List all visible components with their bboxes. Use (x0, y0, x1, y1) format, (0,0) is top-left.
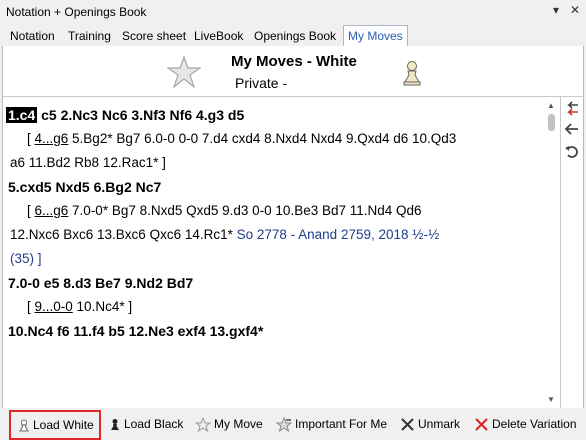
undo-icon[interactable] (564, 143, 580, 162)
page-subtitle: Private - (235, 75, 288, 91)
bracket-open: [ (27, 203, 35, 218)
my-moves-panel: My Moves - White Private - 1.c4 c5 2.Nc3… (2, 46, 584, 409)
page-title: My Moves - White (231, 53, 357, 70)
tab-bar: Notation Training Score sheet LiveBook O… (2, 24, 584, 47)
tab-notation[interactable]: Notation (6, 27, 59, 46)
variation-line-2-cont: 12.Nxc6 Bxc6 13.Bxc6 Qxc6 14.Rc1* So 277… (10, 227, 439, 242)
main-line-4[interactable]: 10.Nc4 f6 11.f4 b5 12.Ne3 exf4 13.gxf4* (8, 323, 263, 339)
tab-livebook[interactable]: LiveBook (190, 27, 247, 46)
main-moves[interactable]: c5 2.Nc3 Nc6 3.Nf3 Nf6 4.g3 d5 (41, 107, 244, 123)
main-line-1: 1.c4 c5 2.Nc3 Nc6 3.Nf3 Nf6 4.g3 d5 (6, 107, 244, 123)
main-line-3[interactable]: 7.0-0 e5 8.d3 Be7 9.Nd2 Bd7 (8, 275, 193, 291)
main-line-2[interactable]: 5.cxd5 Nxd5 6.Bg2 Nc7 (8, 179, 161, 195)
game-reference[interactable]: So 2778 - Anand 2759, 2018 ½-½ (233, 227, 440, 242)
variation-moves[interactable]: 5.Bg2* Bg7 6.0-0 0-0 7.d4 cxd4 8.Nxd4 Nx… (68, 131, 456, 146)
my-move-button[interactable]: My Move (194, 413, 263, 437)
side-toolbar (560, 96, 584, 409)
promote-variation-icon[interactable] (564, 101, 580, 120)
variation-line-1: [ 4...g6 5.Bg2* Bg7 6.0-0 0-0 7.d4 cxd4 … (27, 131, 456, 146)
load-white-button[interactable]: Load White (9, 410, 101, 440)
window-title: Notation + Openings Book (6, 5, 147, 19)
variation-line-1-cont[interactable]: a6 11.Bd2 Rb8 12.Rac1* ] (10, 155, 166, 170)
white-pawn-icon (401, 60, 423, 89)
unmark-label: Unmark (418, 417, 461, 431)
vertical-scrollbar[interactable]: ▲ ▼ (543, 96, 560, 409)
window-titlebar: Notation + Openings Book ▾ ✕ (0, 0, 586, 24)
variation-line-3: [ 9...0-0 10.Nc4* ] (27, 299, 132, 314)
back-arrow-icon[interactable] (564, 121, 580, 140)
notation-area[interactable]: 1.c4 c5 2.Nc3 Nc6 3.Nf3 Nf6 4.g3 d5 [ 4.… (3, 96, 543, 409)
pin-dropdown-icon[interactable]: ▾ (553, 3, 559, 17)
delete-variation-button[interactable]: Delete Variation (474, 413, 577, 437)
variation-line-2: [ 6...g6 7.0-0* Bg7 8.Nxd5 Qxd5 9.d3 0-0… (27, 203, 422, 218)
variation-moves[interactable]: 7.0-0* Bg7 8.Nxd5 Qxd5 9.d3 0-0 10.Be3 B… (68, 203, 422, 218)
tab-training[interactable]: Training (64, 27, 115, 46)
bracket-open: [ (27, 131, 35, 146)
load-black-label: Load Black (124, 417, 184, 431)
close-icon[interactable]: ✕ (570, 3, 580, 17)
unmark-icon (401, 418, 414, 432)
important-for-me-label: Important For Me (295, 417, 388, 431)
scroll-up-icon[interactable]: ▲ (547, 101, 555, 110)
panel-header: My Moves - White Private - (3, 46, 583, 96)
scroll-thumb[interactable] (548, 114, 555, 131)
my-move-label: My Move (214, 417, 263, 431)
bracket-open: [ (27, 299, 35, 314)
important-star-icon (275, 416, 293, 433)
star-icon[interactable] (166, 55, 202, 91)
game-count[interactable]: (35) ] (10, 251, 42, 266)
delete-variation-label: Delete Variation (492, 417, 577, 431)
variation-moves[interactable]: 12.Nxc6 Bxc6 13.Bxc6 Qxc6 14.Rc1* (10, 227, 233, 242)
tab-my-moves[interactable]: My Moves (343, 25, 408, 47)
tab-openings-book[interactable]: Openings Book (250, 27, 340, 46)
star-icon (194, 416, 212, 433)
load-black-button[interactable]: Load Black (109, 413, 183, 437)
variation-start-move[interactable]: 9...0-0 (35, 299, 73, 314)
variation-start-move[interactable]: 4...g6 (35, 131, 69, 146)
load-white-label: Load White (33, 418, 94, 432)
important-for-me-button[interactable]: Important For Me (275, 413, 388, 437)
black-pawn-icon (111, 418, 119, 430)
delete-icon (475, 418, 488, 432)
current-move[interactable]: 1.c4 (6, 107, 38, 123)
variation-moves[interactable]: 10.Nc4* ] (73, 299, 133, 314)
white-pawn-icon (19, 419, 29, 432)
scroll-down-icon[interactable]: ▼ (547, 395, 555, 404)
bottom-toolbar: Load White Load Black My Move Important … (0, 408, 586, 440)
tab-score-sheet[interactable]: Score sheet (118, 27, 190, 46)
unmark-button[interactable]: Unmark (400, 413, 460, 437)
variation-start-move[interactable]: 6...g6 (35, 203, 69, 218)
